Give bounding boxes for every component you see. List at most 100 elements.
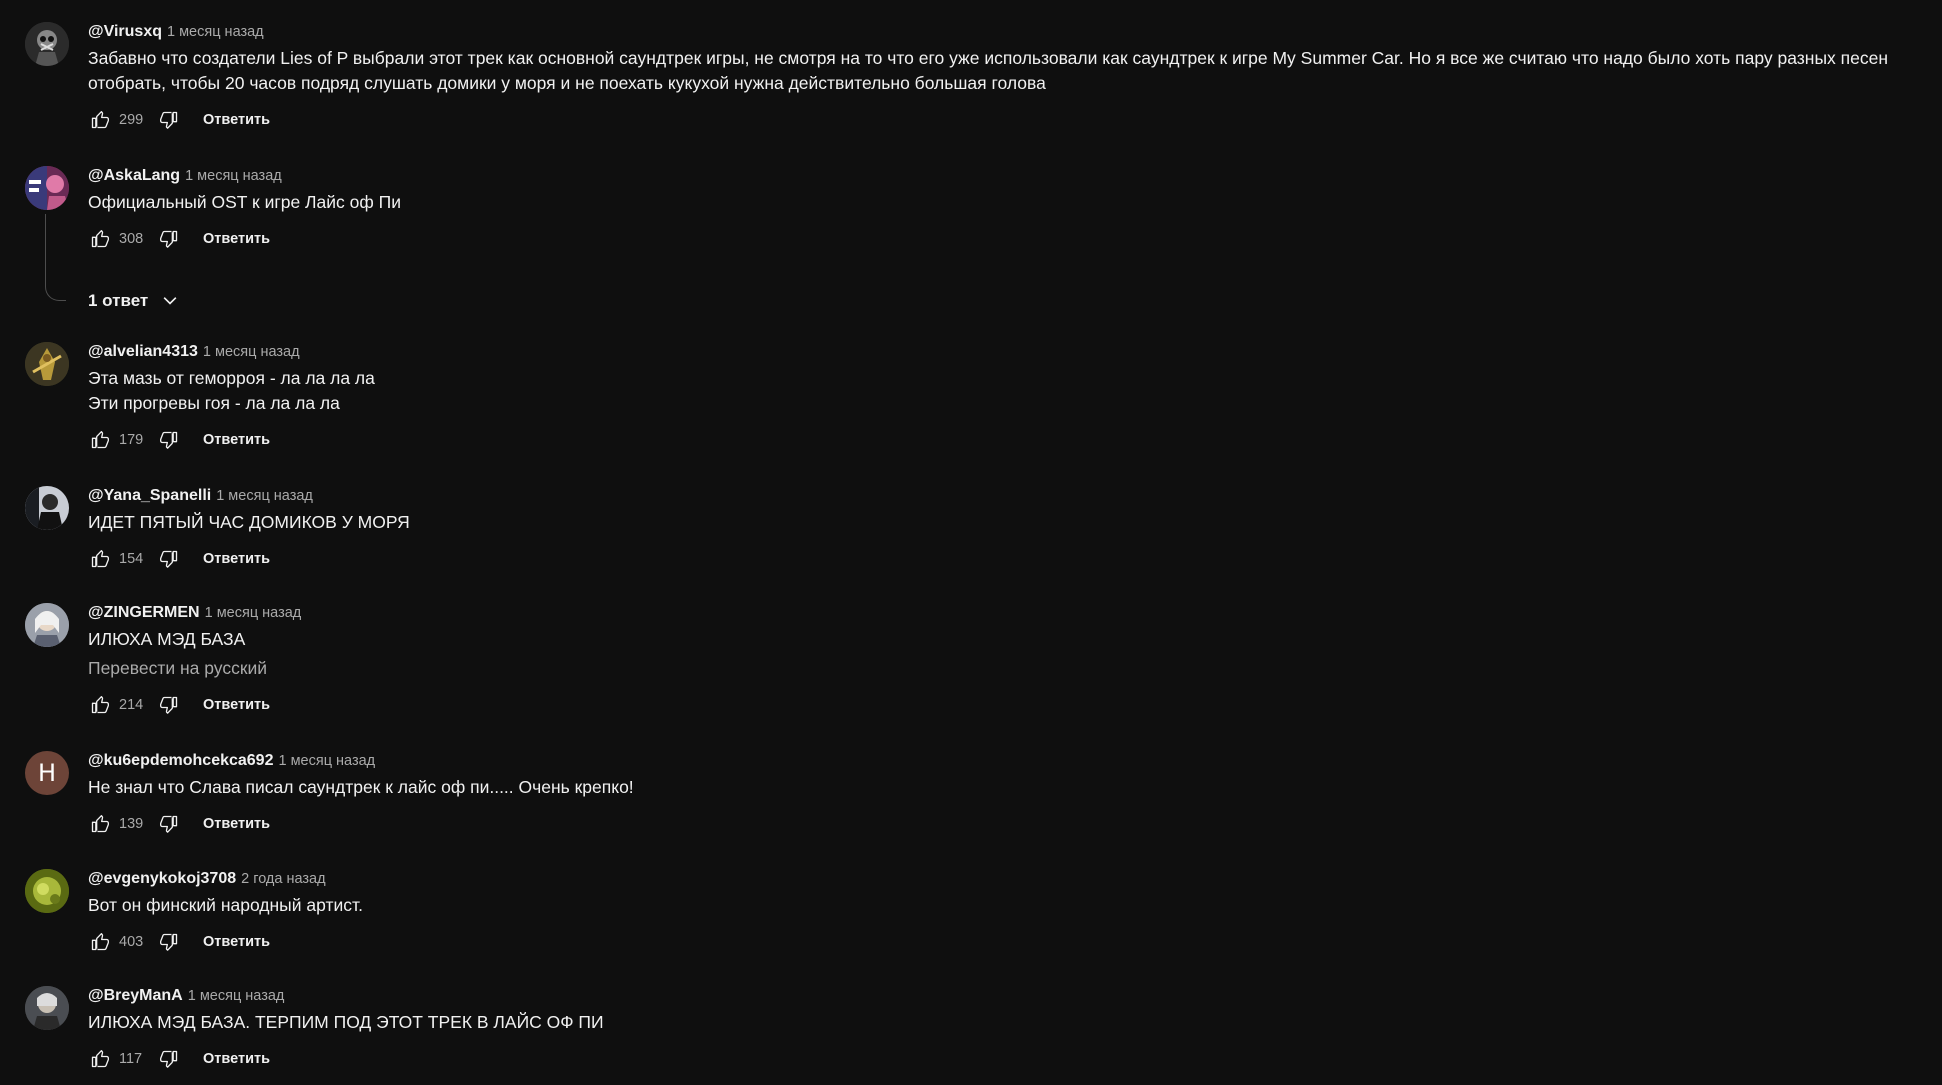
dislike-button[interactable] bbox=[157, 693, 181, 717]
avatar-image bbox=[25, 603, 69, 647]
comment-text: ИДЕТ ПЯТЫЙ ЧАС ДОМИКОВ У МОРЯ bbox=[88, 512, 410, 532]
avatar[interactable] bbox=[25, 986, 69, 1030]
avatar-letter: Н bbox=[37, 759, 57, 787]
comment-author[interactable]: @ku6epdemohcekca692 bbox=[88, 752, 273, 769]
like-button[interactable] bbox=[88, 693, 112, 717]
comment-text: ИЛЮХА МЭД БАЗА. ТЕРПИМ ПОД ЭТОТ ТРЕК В Л… bbox=[88, 1012, 604, 1032]
comment-body: @Virusxq 1 месяц назад Забавно что создат… bbox=[88, 22, 1928, 140]
like-count: 403 bbox=[119, 934, 144, 950]
reply-button[interactable]: Ответить bbox=[203, 693, 270, 717]
comment-actions: 308 Ответить bbox=[88, 219, 1928, 259]
comment-time[interactable]: 1 месяц назад bbox=[205, 605, 302, 621]
comment-actions: 154 Ответить bbox=[88, 539, 1928, 579]
comment-time[interactable]: 1 месяц назад bbox=[167, 24, 264, 40]
thumbs-down-icon bbox=[160, 696, 178, 714]
like-count: 179 bbox=[119, 432, 144, 448]
dislike-button[interactable] bbox=[157, 812, 181, 836]
comment-text: ИЛЮХА МЭД БАЗА bbox=[88, 629, 246, 649]
reply-button[interactable]: Ответить bbox=[203, 428, 270, 452]
comment-time[interactable]: 1 месяц назад bbox=[216, 488, 313, 504]
avatar-image bbox=[25, 486, 69, 530]
comment-body: @ku6epdemohcekca692 1 месяц назад Не знал… bbox=[88, 751, 1928, 844]
comment-time[interactable]: 1 месяц назад bbox=[188, 988, 285, 1004]
dislike-button[interactable] bbox=[157, 547, 181, 571]
avatar-image bbox=[25, 342, 69, 386]
avatar[interactable] bbox=[25, 22, 69, 66]
avatar[interactable] bbox=[25, 869, 69, 913]
comment-body: @ZINGERMEN 1 месяц назад ИЛЮХА МЭД БАЗА П… bbox=[88, 603, 1928, 725]
comment-header: @ZINGERMEN 1 месяц назад bbox=[88, 603, 1928, 623]
comment-body: @AskaLang 1 месяц назад Официальный OST к… bbox=[88, 166, 1928, 259]
like-button[interactable] bbox=[88, 930, 112, 954]
avatar[interactable] bbox=[25, 342, 69, 386]
comment-header: @Yana_Spanelli 1 месяц назад bbox=[88, 486, 1928, 506]
like-count: 117 bbox=[119, 1051, 143, 1067]
avatar[interactable] bbox=[25, 166, 69, 210]
avatar[interactable] bbox=[25, 603, 69, 647]
dislike-button[interactable] bbox=[157, 930, 181, 954]
thread-connector bbox=[45, 214, 66, 301]
chevron-down-icon bbox=[160, 291, 180, 311]
reply-button[interactable]: Ответить bbox=[203, 227, 270, 251]
like-button[interactable] bbox=[88, 227, 112, 251]
comment-author[interactable]: @Yana_Spanelli bbox=[88, 487, 211, 504]
thumbs-up-icon bbox=[91, 1050, 110, 1068]
like-button[interactable] bbox=[88, 428, 112, 452]
comment-author[interactable]: @AskaLang bbox=[88, 167, 180, 184]
comment-author[interactable]: @BreyManA bbox=[88, 987, 183, 1004]
comment-time[interactable]: 2 года назад bbox=[241, 871, 325, 887]
comment-header: @AskaLang 1 месяц назад bbox=[88, 166, 1928, 186]
comment-actions: 299 Ответить bbox=[88, 100, 1928, 140]
comment-author[interactable]: @evgenykokoj3708 bbox=[88, 870, 236, 887]
comment-author[interactable]: @alvelian4313 bbox=[88, 343, 198, 360]
comment-header: @ku6epdemohcekca692 1 месяц назад bbox=[88, 751, 1928, 771]
comment-time[interactable]: 1 месяц назад bbox=[278, 753, 375, 769]
comment-body: @evgenykokoj3708 2 года назад Вот он финс… bbox=[88, 869, 1928, 962]
thumbs-down-icon bbox=[160, 933, 178, 951]
thumbs-down-icon bbox=[160, 111, 178, 129]
comment-time[interactable]: 1 месяц назад bbox=[185, 168, 282, 184]
comment-author[interactable]: @ZINGERMEN bbox=[88, 604, 200, 621]
reply-button[interactable]: Ответить bbox=[203, 547, 270, 571]
reply-button[interactable]: Ответить bbox=[203, 930, 270, 954]
like-button[interactable] bbox=[88, 812, 112, 836]
replies-count: 1 ответ bbox=[88, 291, 149, 310]
show-replies-button[interactable]: 1 ответ bbox=[88, 286, 180, 316]
thumbs-down-icon bbox=[160, 1050, 178, 1068]
avatar-image bbox=[25, 986, 69, 1030]
thumbs-up-icon bbox=[91, 696, 110, 714]
thumbs-up-icon bbox=[91, 933, 110, 951]
comment-header: @alvelian4313 1 месяц назад bbox=[88, 342, 1928, 362]
like-count: 214 bbox=[119, 697, 144, 713]
comment-actions: 117 Ответить bbox=[88, 1039, 1928, 1079]
dislike-button[interactable] bbox=[157, 428, 181, 452]
dislike-button[interactable] bbox=[157, 227, 181, 251]
comment-author[interactable]: @Virusxq bbox=[88, 23, 162, 40]
comment-header: @evgenykokoj3708 2 года назад bbox=[88, 869, 1928, 889]
comment-body: @BreyManA 1 месяц назад ИЛЮХА МЭД БАЗА. Т… bbox=[88, 986, 1928, 1079]
thumbs-down-icon bbox=[160, 550, 178, 568]
like-button[interactable] bbox=[88, 1047, 112, 1071]
avatar[interactable]: Н bbox=[25, 751, 69, 795]
comment-text: Забавно что создатели Lies of P выбрали … bbox=[88, 48, 1893, 93]
reply-button[interactable]: Ответить bbox=[203, 1047, 270, 1071]
dislike-button[interactable] bbox=[157, 1047, 181, 1071]
like-count: 154 bbox=[119, 551, 144, 567]
dislike-button[interactable] bbox=[157, 108, 181, 132]
thumbs-down-icon bbox=[160, 431, 178, 449]
comment-header: @BreyManA 1 месяц назад bbox=[88, 986, 1928, 1006]
comment-header: @Virusxq 1 месяц назад bbox=[88, 22, 1928, 42]
comment-time[interactable]: 1 месяц назад bbox=[203, 344, 300, 360]
reply-button[interactable]: Ответить bbox=[203, 812, 270, 836]
avatar[interactable] bbox=[25, 486, 69, 530]
comment-text: Эта мазь от геморроя - ла ла ла ла Эти п… bbox=[88, 368, 375, 413]
translate-link[interactable]: Перевести на русский bbox=[88, 656, 1928, 681]
thumbs-down-icon bbox=[160, 230, 178, 248]
like-button[interactable] bbox=[88, 108, 112, 132]
thumbs-up-icon bbox=[91, 230, 110, 248]
comments-section: @Virusxq 1 месяц назад Забавно что создат… bbox=[0, 0, 1942, 1085]
reply-button[interactable]: Ответить bbox=[203, 108, 270, 132]
comment-actions: 179 Ответить bbox=[88, 420, 1928, 460]
like-button[interactable] bbox=[88, 547, 112, 571]
thumbs-up-icon bbox=[91, 815, 110, 833]
